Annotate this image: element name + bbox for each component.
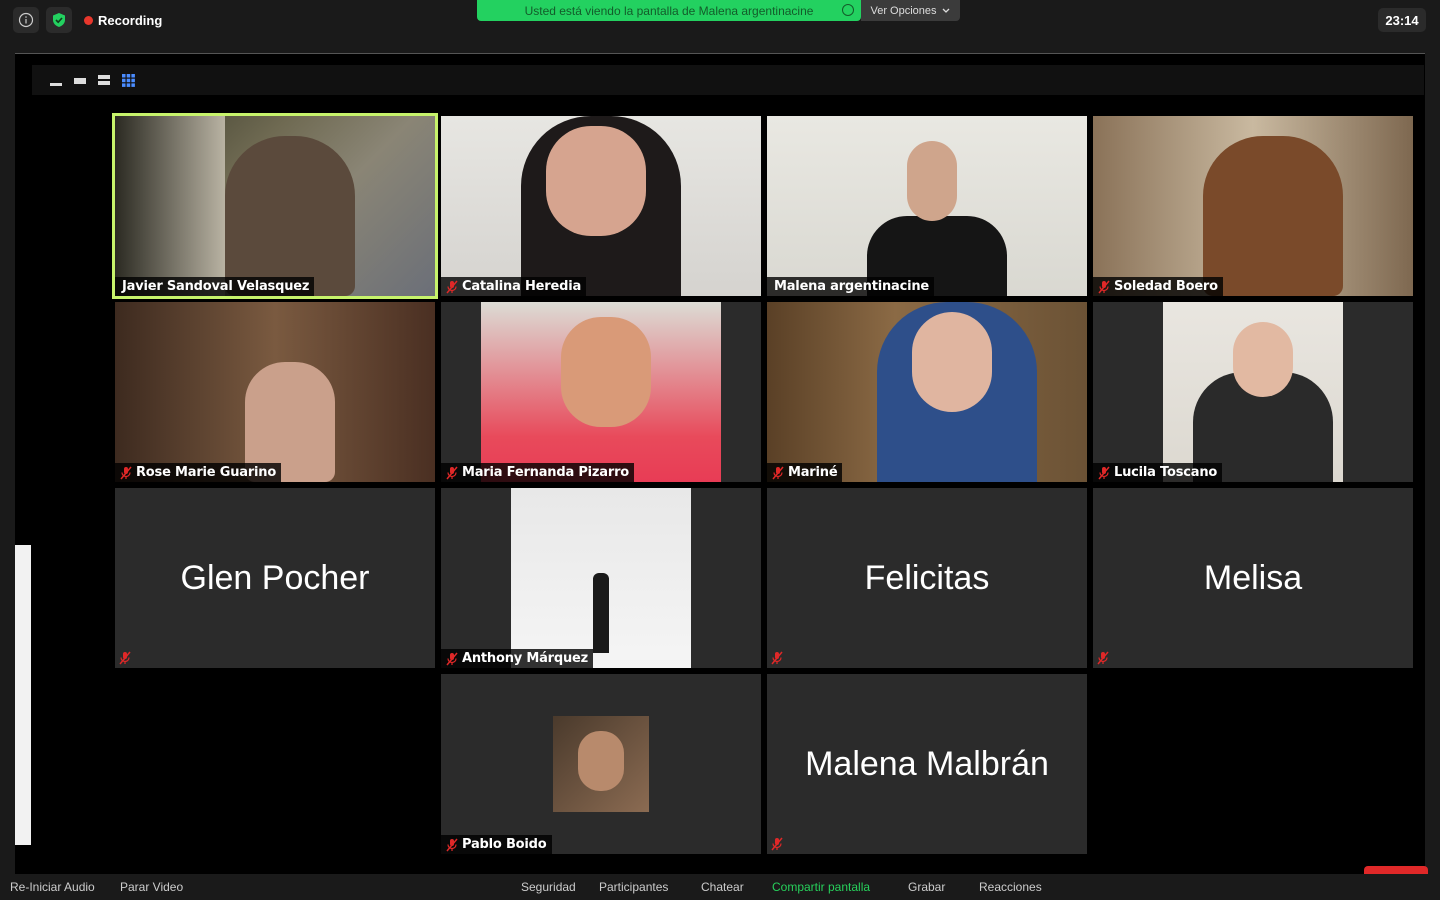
speaker-view-icon[interactable] xyxy=(74,74,86,86)
participant-tile[interactable]: Catalina Heredia xyxy=(441,116,761,296)
participants-button[interactable]: Participantes xyxy=(599,880,668,894)
shield-check-icon xyxy=(53,13,65,27)
restart-audio-button[interactable]: Re-Iniciar Audio xyxy=(10,880,95,894)
mic-muted-icon xyxy=(771,466,785,480)
participant-name: Lucila Toscano xyxy=(1114,465,1218,480)
strip-view-icon[interactable] xyxy=(98,74,110,86)
participant-label: Catalina Heredia xyxy=(441,277,587,296)
screen-share-banner: Usted está viendo la pantalla de Malena … xyxy=(477,0,861,21)
gallery-view-icon[interactable] xyxy=(122,74,135,87)
participant-name-large: Malena Malbrán xyxy=(805,744,1049,783)
participant-tile[interactable]: Pablo Boido xyxy=(441,674,761,854)
mic-muted-icon xyxy=(1097,280,1111,294)
participant-label: Lucila Toscano xyxy=(1093,463,1223,482)
participant-name: Soledad Boero xyxy=(1114,279,1218,294)
participant-tile[interactable]: Soledad Boero xyxy=(1093,116,1413,296)
info-icon xyxy=(18,12,34,28)
participant-name: Pablo Boido xyxy=(462,837,547,852)
avatar xyxy=(553,716,649,812)
recording-label: Recording xyxy=(98,13,163,28)
security-button[interactable]: Seguridad xyxy=(521,880,576,894)
participant-tile[interactable]: Malena Malbrán xyxy=(767,674,1087,854)
video-face xyxy=(561,317,651,427)
participant-label: Maria Fernanda Pizarro xyxy=(441,463,635,482)
recording-dot-icon xyxy=(84,16,93,25)
participant-name-large: Glen Pocher xyxy=(180,558,370,597)
info-button[interactable] xyxy=(13,7,39,33)
video-person xyxy=(1203,136,1343,296)
minimize-icon[interactable] xyxy=(50,74,62,86)
participant-tile[interactable]: Javier Sandoval Velasquez xyxy=(112,113,438,299)
participant-tile[interactable]: Glen Pocher xyxy=(115,488,435,668)
participant-name: Anthony Márquez xyxy=(462,651,589,666)
meeting-toolbar: Re-Iniciar Audio Parar Video Seguridad P… xyxy=(0,874,1440,900)
mic-muted-icon xyxy=(770,837,784,851)
gallery-view-toolbar xyxy=(32,65,1424,95)
banner-text: Usted está viendo la pantalla de Malena … xyxy=(524,3,814,18)
avatar-face xyxy=(578,731,624,791)
participant-label: Malena argentinacine xyxy=(767,277,935,296)
participant-label: Javier Sandoval Velasquez xyxy=(115,277,315,296)
video-face xyxy=(546,126,646,236)
mic-muted-icon xyxy=(445,466,459,480)
participant-name: Maria Fernanda Pizarro xyxy=(462,465,630,480)
video-person xyxy=(593,573,609,653)
chat-button[interactable]: Chatear xyxy=(701,880,744,894)
participant-tile[interactable]: Malena argentinacine xyxy=(767,116,1087,296)
participant-name: Javier Sandoval Velasquez xyxy=(122,279,310,294)
participant-tile[interactable]: Maria Fernanda Pizarro xyxy=(441,302,761,482)
top-bar: Recording Usted está viendo la pantalla … xyxy=(0,0,1440,44)
reactions-button[interactable]: Reacciones xyxy=(979,880,1042,894)
participant-tile[interactable]: Mariné xyxy=(767,302,1087,482)
banner-status-icon xyxy=(842,4,854,16)
video-person xyxy=(225,136,355,296)
participant-tile[interactable]: Lucila Toscano xyxy=(1093,302,1413,482)
participant-name-large: Melisa xyxy=(1203,558,1303,597)
participant-tile[interactable]: Rose Marie Guarino xyxy=(115,302,435,482)
security-shield-button[interactable] xyxy=(46,7,72,33)
mic-muted-icon xyxy=(119,466,133,480)
mic-muted-icon xyxy=(1096,651,1110,665)
mic-muted-icon xyxy=(1097,466,1111,480)
mic-muted-icon xyxy=(118,651,132,665)
participant-name: Catalina Heredia xyxy=(462,279,582,294)
recording-indicator[interactable]: Recording xyxy=(84,13,162,28)
chevron-down-icon xyxy=(942,8,949,13)
clock: 23:14 xyxy=(1378,8,1426,32)
participant-name: Malena argentinacine xyxy=(774,279,930,294)
participant-label: Rose Marie Guarino xyxy=(115,463,282,482)
mic-muted-icon xyxy=(445,838,459,852)
video-face xyxy=(912,312,992,412)
mic-muted-icon xyxy=(770,651,784,665)
mic-muted-icon xyxy=(445,280,459,294)
participant-label: Pablo Boido xyxy=(441,835,552,854)
video-face xyxy=(1233,322,1293,397)
participant-tile[interactable]: Anthony Márquez xyxy=(441,488,761,668)
view-options-button[interactable]: Ver Opciones xyxy=(861,0,960,21)
window-edge xyxy=(15,545,31,845)
participant-name: Rose Marie Guarino xyxy=(136,465,277,480)
participant-name: Mariné xyxy=(788,465,838,480)
participant-name-large: Felicitas xyxy=(864,558,990,597)
participant-tile[interactable]: Felicitas xyxy=(767,488,1087,668)
mic-muted-icon xyxy=(445,652,459,666)
video-face xyxy=(907,141,957,221)
share-screen-button[interactable]: Compartir pantalla xyxy=(772,880,870,894)
video-background xyxy=(115,116,225,296)
participant-tile[interactable]: Melisa xyxy=(1093,488,1413,668)
participant-label: Soledad Boero xyxy=(1093,277,1223,296)
view-options-label: Ver Opciones xyxy=(870,4,937,17)
stop-video-button[interactable]: Parar Video xyxy=(120,880,183,894)
record-button[interactable]: Grabar xyxy=(908,880,945,894)
participant-label: Mariné xyxy=(767,463,843,482)
participant-label: Anthony Márquez xyxy=(441,649,594,668)
